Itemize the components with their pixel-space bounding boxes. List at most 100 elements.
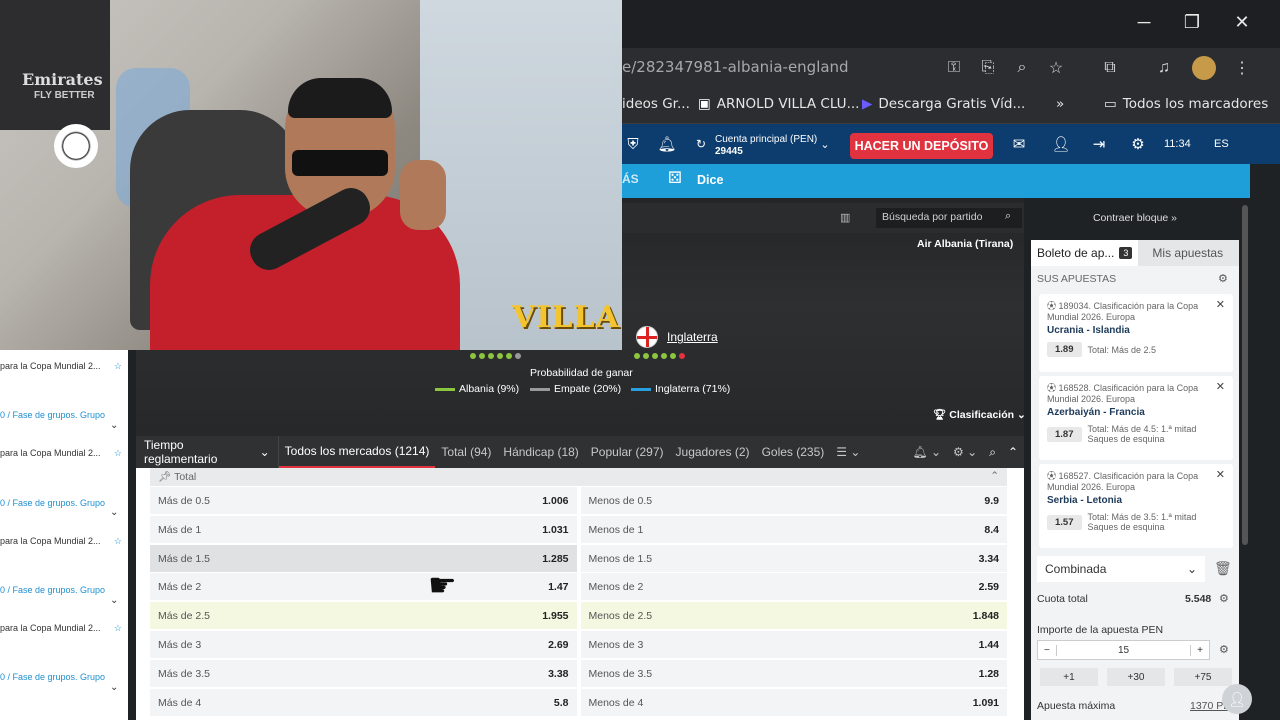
nav-item-more[interactable]: ÁS	[622, 172, 639, 186]
sidebar-item[interactable]: para la Copa Mundial 2... ☆	[0, 536, 128, 546]
logout-icon[interactable]: ⇥	[1088, 130, 1110, 158]
odds-over-button[interactable]: Más de 3 2.69	[150, 631, 577, 658]
sidebar-sub[interactable]: 0 / Fase de grupos. Grupo	[0, 498, 128, 508]
odds-over-button[interactable]: Más de 1.5 1.285	[150, 545, 577, 572]
star-icon[interactable]: ☆	[114, 536, 122, 547]
key-icon[interactable]: ⚿	[942, 56, 966, 80]
user-icon[interactable]: 👤︎	[1046, 130, 1076, 158]
minimize-button[interactable]: ─	[1124, 2, 1164, 42]
odds-under-button[interactable]: Menos de 3.5 1.28	[580, 660, 1007, 687]
sidebar-sub[interactable]: 0 / Fase de grupos. Grupo	[0, 672, 128, 682]
install-icon[interactable]: ⎘	[976, 56, 1000, 80]
remove-bet-icon[interactable]: ✕	[1216, 380, 1225, 393]
chevron-down-icon[interactable]: ⌄	[110, 420, 118, 431]
address-url[interactable]: e/282347981-albania-england	[622, 58, 849, 76]
tab-popular[interactable]: Popular (297)	[585, 436, 670, 468]
zoom-icon[interactable]: ⌕	[1010, 56, 1034, 80]
time-period-select[interactable]: Tiempo reglamentario ⌄	[136, 436, 279, 468]
stake-input[interactable]: − 15 +	[1037, 640, 1210, 660]
quick-stake-75[interactable]: +75	[1174, 668, 1232, 686]
restore-button[interactable]: ❐	[1172, 2, 1212, 42]
stake-value[interactable]: 15	[1118, 645, 1129, 656]
bookmarks-overflow[interactable]: »	[1056, 96, 1064, 112]
chevron-down-icon[interactable]: ⌄	[110, 682, 118, 693]
odds-under-button[interactable]: Menos de 2 2.59	[580, 573, 1007, 600]
bet-type-select[interactable]: Combinada ⌄	[1037, 556, 1205, 582]
trash-icon[interactable]: 🗑︎	[1214, 560, 1232, 577]
odds-over-button[interactable]: Más de 2.5 1.955	[150, 602, 577, 629]
sidebar-item[interactable]: para la Copa Mundial 2... ☆	[0, 361, 128, 371]
star-icon[interactable]: ☆	[1044, 56, 1068, 80]
odds-over-button[interactable]: Más de 2 1.47	[150, 573, 577, 600]
chevron-down-icon[interactable]: ⌄	[110, 507, 118, 518]
profile-avatar[interactable]	[1192, 56, 1216, 80]
odds-under-button[interactable]: Menos de 4 1.091	[580, 689, 1007, 716]
decrease-button[interactable]: −	[1038, 644, 1057, 656]
list-view-icon[interactable]: ☰ ⌄	[830, 436, 866, 468]
remove-bet-icon[interactable]: ✕	[1216, 298, 1225, 311]
tab-total[interactable]: Total (94)	[435, 436, 497, 468]
tab-my-bets[interactable]: Mis apuestas	[1138, 246, 1237, 260]
bookmark-arnold-villa[interactable]: ▣ ARNOLD VILLA CLU...	[698, 96, 859, 112]
odds-under-button[interactable]: Menos de 1.5 3.34	[580, 545, 1007, 572]
match-search-input[interactable]: Búsqueda por partido	[876, 208, 1022, 228]
odds-under-button[interactable]: Menos de 0.5 9.9	[580, 487, 1007, 514]
sidebar-sub[interactable]: 0 / Fase de grupos. Grupo	[0, 410, 128, 420]
quick-stake-30[interactable]: +30	[1107, 668, 1165, 686]
remove-bet-icon[interactable]: ✕	[1216, 468, 1225, 481]
team-away-link[interactable]: Inglaterra	[667, 330, 718, 344]
classification-toggle[interactable]: 🏆︎ Clasificación ⌄	[933, 408, 1026, 421]
star-icon[interactable]: ☆	[114, 623, 122, 634]
bell-icon[interactable]: 🔔︎	[656, 130, 678, 158]
search-icon[interactable]: ⌕	[983, 436, 1002, 468]
sidebar-item[interactable]: para la Copa Mundial 2... ☆	[0, 623, 128, 633]
odds-over-button[interactable]: Más de 1 1.031	[150, 516, 577, 543]
media-icon[interactable]: ♫	[1152, 56, 1176, 80]
odds-under-button[interactable]: Menos de 3 1.44	[580, 631, 1007, 658]
chat-icon[interactable]: 👤︎	[1222, 684, 1252, 714]
sidebar-sub[interactable]: 0 / Fase de grupos. Grupo	[0, 585, 128, 595]
odds-under-button[interactable]: Menos de 1 8.4	[580, 516, 1007, 543]
language-selector[interactable]: ES	[1214, 130, 1229, 158]
extensions-icon[interactable]: ⧉	[1098, 56, 1122, 80]
scrollbar[interactable]	[1242, 205, 1248, 545]
tab-bet-slip[interactable]: Boleto de ap... 3	[1031, 240, 1139, 266]
odds-over-button[interactable]: Más de 3.5 3.38	[150, 660, 577, 687]
refresh-icon[interactable]: ↻	[692, 130, 710, 158]
nav-item-dice[interactable]: Dice	[697, 173, 723, 187]
bookmark-descarga[interactable]: ▶ Descarga Gratis Víd...	[862, 96, 1025, 112]
tab-goals[interactable]: Goles (235)	[756, 436, 831, 468]
sidebar-item[interactable]: para la Copa Mundial 2... ☆	[0, 448, 128, 458]
chevron-down-icon[interactable]: ⌄	[110, 595, 118, 606]
bell-icon[interactable]: 🔔︎ ⌄	[906, 436, 947, 468]
gear-icon[interactable]: ⚙ ⌄	[947, 436, 983, 468]
search-icon[interactable]: ⌕	[1005, 210, 1011, 223]
close-button[interactable]: ✕	[1222, 2, 1262, 42]
shield-icon[interactable]: ⛨	[622, 130, 644, 158]
menu-icon[interactable]: ⋮	[1230, 56, 1254, 80]
gear-icon[interactable]: ⚙	[1219, 592, 1229, 605]
account-selector[interactable]: Cuenta principal (PEN) 29445	[715, 134, 817, 158]
tab-all-markets[interactable]: Todos los mercados (1214)	[278, 436, 436, 468]
bookmark-videos[interactable]: ideos Gr...	[622, 96, 690, 112]
total-section-header[interactable]: 📌︎ Total ⌃	[150, 468, 1007, 486]
gear-icon[interactable]: ⚙	[1219, 643, 1229, 656]
odds-over-button[interactable]: Más de 0.5 1.006	[150, 487, 577, 514]
odds-under-button[interactable]: Menos de 2.5 1.848	[580, 602, 1007, 629]
bookmark-all[interactable]: ▭ Todos los marcadores	[1104, 96, 1268, 112]
tab-handicap[interactable]: Hándicap (18)	[497, 436, 584, 468]
collapse-icon[interactable]: ⌃	[1002, 436, 1024, 468]
star-icon[interactable]: ☆	[114, 448, 122, 459]
tab-players[interactable]: Jugadores (2)	[670, 436, 756, 468]
star-icon[interactable]: ☆	[114, 361, 122, 372]
quick-stake-1[interactable]: +1	[1040, 668, 1098, 686]
settings-icon[interactable]: ⚙	[1124, 130, 1152, 158]
mail-icon[interactable]: ✉	[1004, 130, 1034, 158]
odds-over-button[interactable]: Más de 4 5.8	[150, 689, 577, 716]
collapse-block-button[interactable]: Contraer bloque »	[1031, 205, 1239, 231]
increase-button[interactable]: +	[1190, 644, 1209, 656]
gear-icon[interactable]: ⚙	[1218, 272, 1228, 285]
stats-icon[interactable]: ▥	[840, 211, 850, 224]
chevron-down-icon[interactable]: ⌄	[818, 130, 832, 158]
deposit-button[interactable]: HACER UN DEPÓSITO	[850, 133, 993, 159]
